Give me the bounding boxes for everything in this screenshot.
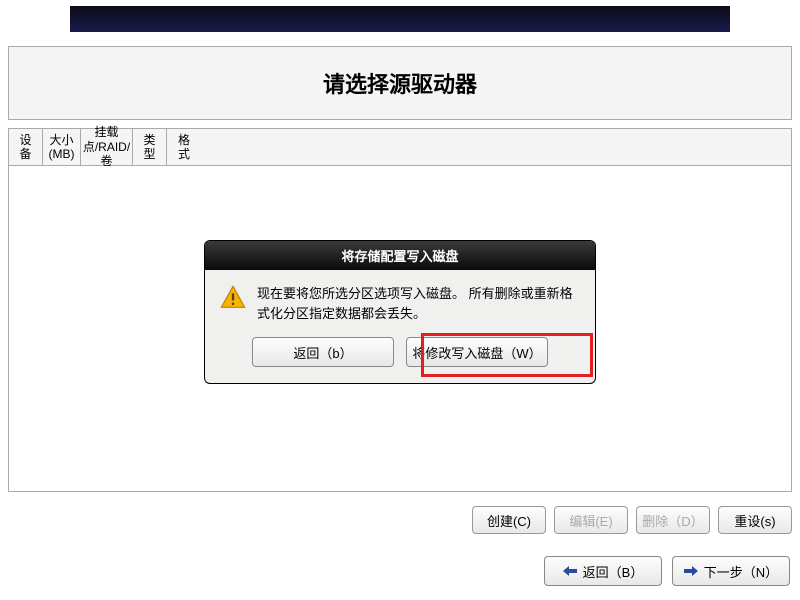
back-button[interactable]: 返回（B）: [544, 556, 662, 586]
partition-table-header: 设备 大小(MB) 挂载点/RAID/卷 类型 格式: [8, 128, 792, 166]
col-format[interactable]: 格式: [167, 129, 201, 165]
dialog-back-button[interactable]: 返回（b）: [252, 337, 394, 367]
arrow-left-icon: [563, 566, 577, 576]
create-button[interactable]: 创建(C): [472, 506, 546, 534]
nav-row: 返回（B） 下一步（N）: [544, 556, 790, 586]
next-button-label: 下一步（N）: [704, 562, 778, 581]
arrow-right-icon: [684, 566, 698, 576]
next-button[interactable]: 下一步（N）: [672, 556, 790, 586]
top-banner: [70, 6, 730, 32]
reset-button[interactable]: 重设(s): [718, 506, 792, 534]
confirm-write-dialog: 将存储配置写入磁盘 现在要将您所选分区选项写入磁盘。 所有删除或重新格式化分区指…: [204, 240, 596, 384]
edit-button: 编辑(E): [554, 506, 628, 534]
col-device[interactable]: 设备: [9, 129, 43, 165]
col-mount[interactable]: 挂载点/RAID/卷: [81, 129, 133, 165]
dialog-message: 现在要将您所选分区选项写入磁盘。 所有删除或重新格式化分区指定数据都会丢失。: [257, 284, 577, 323]
back-button-label: 返回（B）: [583, 562, 644, 581]
warning-icon: [219, 284, 247, 312]
delete-button: 删除（D）: [636, 506, 710, 534]
title-panel: 请选择源驱动器: [8, 46, 792, 120]
col-type[interactable]: 类型: [133, 129, 167, 165]
col-size[interactable]: 大小(MB): [43, 129, 81, 165]
page-title: 请选择源驱动器: [323, 67, 477, 99]
action-row: 创建(C) 编辑(E) 删除（D） 重设(s): [8, 506, 792, 534]
dialog-write-button[interactable]: 将修改写入磁盘（W）: [406, 337, 548, 367]
dialog-title: 将存储配置写入磁盘: [205, 241, 595, 270]
